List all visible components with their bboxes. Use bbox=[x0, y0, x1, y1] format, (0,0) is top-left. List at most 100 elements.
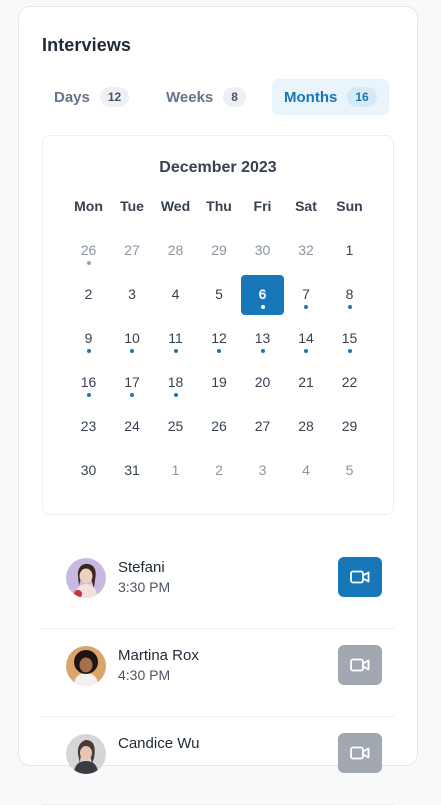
day-number: 13 bbox=[254, 330, 271, 346]
interview-time: 4:30 PM bbox=[118, 667, 171, 683]
day-number: 4 bbox=[171, 286, 180, 302]
tab-days[interactable]: Days 12 bbox=[42, 79, 141, 115]
day-number: 6 bbox=[258, 286, 267, 302]
day-number: 15 bbox=[341, 330, 358, 346]
calendar-day[interactable]: 13 bbox=[241, 319, 284, 359]
event-indicator-dot bbox=[260, 349, 265, 353]
day-number: 10 bbox=[124, 330, 140, 346]
tab-count-badge: 12 bbox=[99, 87, 130, 107]
event-indicator-dot bbox=[304, 349, 308, 353]
candidate-name: Martina Rox bbox=[118, 647, 199, 664]
calendar-day[interactable]: 5 bbox=[198, 275, 241, 315]
day-number: 21 bbox=[298, 374, 314, 390]
calendar-day[interactable]: 29 bbox=[198, 231, 241, 271]
calendar-day[interactable]: 18 bbox=[154, 363, 197, 403]
day-number: 5 bbox=[215, 286, 223, 302]
event-indicator-dot bbox=[260, 305, 265, 309]
calendar-day[interactable]: 28 bbox=[154, 231, 197, 271]
day-number: 26 bbox=[80, 242, 97, 258]
calendar-day[interactable]: 24 bbox=[111, 407, 154, 447]
video-camera-icon bbox=[350, 570, 370, 584]
candidate-name: Stefani bbox=[118, 559, 165, 576]
day-number: 26 bbox=[211, 418, 227, 434]
calendar-day[interactable]: 17 bbox=[111, 363, 154, 403]
calendar-day[interactable]: 27 bbox=[111, 231, 154, 271]
calendar-day[interactable]: 30 bbox=[241, 231, 284, 271]
video-call-button[interactable] bbox=[338, 645, 382, 685]
calendar-day-selected[interactable]: 6 bbox=[241, 275, 284, 315]
video-call-button[interactable] bbox=[338, 557, 382, 597]
weekday-label: Mon bbox=[74, 198, 103, 214]
day-number: 4 bbox=[302, 462, 310, 478]
calendar-day[interactable]: 9 bbox=[67, 319, 110, 359]
event-indicator-dot bbox=[130, 349, 134, 353]
day-number: 19 bbox=[211, 374, 227, 390]
calendar-day[interactable]: 31 bbox=[111, 451, 154, 491]
day-number: 18 bbox=[167, 374, 184, 390]
calendar-day[interactable]: 23 bbox=[67, 407, 110, 447]
calendar-day[interactable]: 22 bbox=[328, 363, 371, 403]
day-number: 29 bbox=[341, 418, 358, 434]
tab-label: Weeks bbox=[166, 88, 214, 106]
calendar-day[interactable]: 8 bbox=[328, 275, 371, 315]
day-number: 31 bbox=[124, 462, 140, 478]
candidate-name: Candice Wu bbox=[118, 735, 200, 752]
calendar-day[interactable]: 11 bbox=[154, 319, 197, 359]
video-call-button[interactable] bbox=[338, 733, 382, 773]
weekday-label: Sat bbox=[295, 198, 317, 214]
calendar-day[interactable]: 26 bbox=[67, 231, 110, 271]
day-number: 32 bbox=[298, 242, 314, 258]
tab-weeks[interactable]: Weeks 8 bbox=[154, 79, 258, 115]
video-camera-icon bbox=[350, 658, 370, 672]
calendar-day[interactable]: 1 bbox=[328, 231, 371, 271]
day-number: 16 bbox=[80, 374, 97, 390]
day-number: 28 bbox=[298, 418, 314, 434]
event-indicator-dot bbox=[130, 393, 134, 397]
calendar-day[interactable]: 2 bbox=[198, 451, 241, 491]
calendar-day[interactable]: 32 bbox=[285, 231, 328, 271]
calendar-day[interactable]: 20 bbox=[241, 363, 284, 403]
interview-list-item: Stefani 3:30 PM bbox=[42, 541, 395, 629]
calendar-day[interactable]: 5 bbox=[328, 451, 371, 491]
calendar-day[interactable]: 28 bbox=[285, 407, 328, 447]
calendar-day[interactable]: 4 bbox=[285, 451, 328, 491]
video-camera-icon bbox=[350, 746, 370, 760]
calendar-day[interactable]: 3 bbox=[111, 275, 154, 315]
avatar bbox=[66, 646, 106, 686]
calendar-day[interactable]: 4 bbox=[154, 275, 197, 315]
calendar-day[interactable]: 25 bbox=[154, 407, 197, 447]
calendar-day[interactable]: 3 bbox=[241, 451, 284, 491]
day-number: 28 bbox=[167, 242, 184, 258]
calendar-day[interactable]: 10 bbox=[111, 319, 154, 359]
tab-count-badge: 8 bbox=[223, 87, 246, 107]
calendar-month-title: December 2023 bbox=[159, 159, 277, 176]
calendar-day[interactable]: 16 bbox=[67, 363, 110, 403]
tab-count-badge: 16 bbox=[347, 87, 377, 107]
event-indicator-dot bbox=[86, 349, 91, 353]
calendar-day[interactable]: 29 bbox=[328, 407, 371, 447]
calendar-day[interactable]: 21 bbox=[285, 363, 328, 403]
calendar-day[interactable]: 26 bbox=[198, 407, 241, 447]
calendar-day[interactable]: 14 bbox=[285, 319, 328, 359]
interviews-card: Interviews Days 12 Weeks 8 Months 16 Dec… bbox=[18, 6, 418, 805]
tab-months[interactable]: Months 16 bbox=[272, 79, 389, 115]
weekday-label: Sun bbox=[336, 198, 363, 214]
calendar-day[interactable]: 1 bbox=[154, 451, 197, 491]
calendar-day[interactable]: 12 bbox=[198, 319, 241, 359]
day-number: 9 bbox=[84, 330, 93, 346]
calendar-day[interactable]: 15 bbox=[328, 319, 371, 359]
view-tabs: Days 12 Weeks 8 Months 16 bbox=[42, 79, 389, 116]
calendar-day[interactable]: 19 bbox=[198, 363, 241, 403]
calendar-day[interactable]: 2 bbox=[67, 275, 110, 315]
day-number: 22 bbox=[341, 374, 358, 390]
calendar-day[interactable]: 27 bbox=[241, 407, 284, 447]
calendar-day[interactable]: 7 bbox=[285, 275, 328, 315]
day-number: 14 bbox=[298, 330, 314, 346]
day-number: 20 bbox=[254, 374, 271, 390]
calendar-day[interactable]: 30 bbox=[67, 451, 110, 491]
day-number: 30 bbox=[254, 242, 271, 258]
day-number: 17 bbox=[124, 374, 140, 390]
event-indicator-dot bbox=[217, 349, 221, 353]
event-indicator-dot bbox=[347, 349, 352, 353]
weekday-label: Fri bbox=[253, 198, 272, 214]
